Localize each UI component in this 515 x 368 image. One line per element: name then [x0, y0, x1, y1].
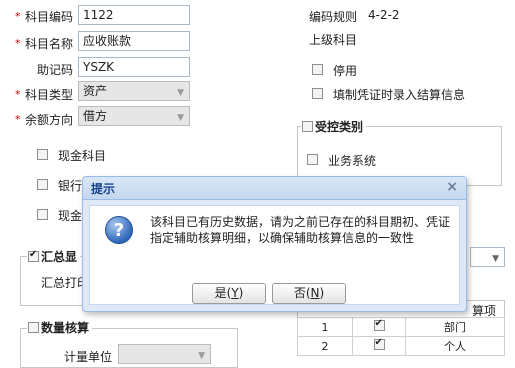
disabled-label: 停用 [333, 64, 358, 78]
cash-equivalent-label: 现金 [58, 209, 83, 223]
cash-checkbox[interactable] [37, 149, 48, 160]
direction-select-value: 借方 [83, 109, 108, 123]
chevron-down-icon: ▼ [177, 88, 184, 98]
business-system-checkbox[interactable] [307, 154, 318, 165]
unit-label: 计量单位 [64, 350, 113, 364]
chevron-down-icon: ▼ [177, 113, 184, 123]
dialog-message: 该科目已有历史数据，请为之前已存在的科目期初、凭证指定辅助核算明细，以确保辅助核… [150, 215, 451, 245]
bank-checkbox[interactable] [37, 179, 48, 190]
type-select[interactable]: 资产 ▼ [78, 81, 190, 101]
aux-table: 1 部门 2 个人 [297, 317, 505, 356]
required-mark: * [15, 113, 21, 126]
direction-label: 余额方向 [25, 113, 74, 127]
direction-select[interactable]: 借方 ▼ [78, 106, 190, 126]
required-mark: * [15, 37, 21, 50]
dialog-title: 提示 [91, 182, 116, 196]
cash-equivalent-checkbox[interactable] [37, 209, 48, 220]
name-input[interactable]: 应收账款 [78, 31, 190, 51]
code-label: 科目编码 [25, 10, 74, 24]
row-name: 部门 [405, 317, 505, 337]
close-icon[interactable]: × [446, 179, 458, 195]
voucher-settle-label: 填制凭证时录入结算信息 [333, 88, 466, 102]
name-label: 科目名称 [25, 37, 74, 51]
row-name: 个人 [405, 336, 505, 356]
unit-select[interactable]: ▼ [118, 344, 211, 364]
no-button[interactable]: 否(N) [272, 283, 346, 304]
chevron-down-icon: ▼ [198, 351, 205, 361]
disabled-checkbox[interactable] [312, 64, 323, 75]
quantity-title: 数量核算 [41, 321, 90, 335]
type-label: 科目类型 [25, 88, 74, 102]
table-row[interactable]: 1 部门 [297, 317, 505, 337]
business-system-label: 业务系统 [328, 154, 377, 168]
control-category-legend: 受控类别 [301, 118, 367, 135]
prompt-dialog: 提示 × ? 该科目已有历史数据，请为之前已存在的科目期初、凭证指定辅助核算明细… [82, 176, 467, 312]
row-check-cell [352, 336, 406, 356]
yes-button[interactable]: 是(Y) [192, 283, 266, 304]
table-row[interactable]: 2 个人 [297, 336, 505, 356]
summary-title: 汇总显 [41, 250, 78, 264]
row-checkbox[interactable] [373, 337, 385, 350]
dialog-body: ? 该科目已有历史数据，请为之前已存在的科目期初、凭证指定辅助核算明细，以确保辅… [89, 205, 460, 305]
summary-legend: 汇总显 [27, 248, 81, 265]
quantity-legend: 数量核算 [27, 319, 93, 336]
mnemonic-label: 助记码 [37, 63, 74, 77]
yes-button-label: 是 [214, 286, 227, 300]
summary-checkbox[interactable] [28, 249, 39, 262]
control-category-title: 受控类别 [315, 120, 364, 134]
control-category-checkbox[interactable] [302, 121, 313, 132]
no-button-label: 否 [293, 286, 306, 300]
chevron-down-icon: ▼ [492, 254, 499, 264]
bank-label: 银行 [58, 179, 83, 193]
required-mark: * [15, 88, 21, 101]
code-input[interactable]: 1122 [78, 5, 190, 25]
row-number: 1 [297, 317, 353, 337]
no-shortcut: N [310, 286, 320, 300]
quantity-checkbox[interactable] [28, 322, 39, 333]
cash-label: 现金科目 [58, 149, 107, 163]
row-check-cell [352, 317, 406, 337]
mnemonic-input[interactable]: YSZK [78, 57, 190, 77]
code-rule-value: 4-2-2 [368, 8, 400, 22]
row-checkbox[interactable] [373, 318, 385, 331]
type-select-value: 资产 [83, 84, 108, 98]
yes-shortcut: Y [231, 286, 239, 300]
required-mark: * [15, 10, 21, 23]
question-icon: ? [105, 216, 133, 244]
voucher-settle-checkbox[interactable] [312, 88, 323, 99]
right-select[interactable]: ▼ [470, 247, 505, 267]
code-rule-label: 编码规则 [309, 10, 358, 24]
parent-subject-label: 上级科目 [309, 33, 358, 47]
dialog-header[interactable]: 提示 × [83, 177, 466, 200]
row-number: 2 [297, 336, 353, 356]
